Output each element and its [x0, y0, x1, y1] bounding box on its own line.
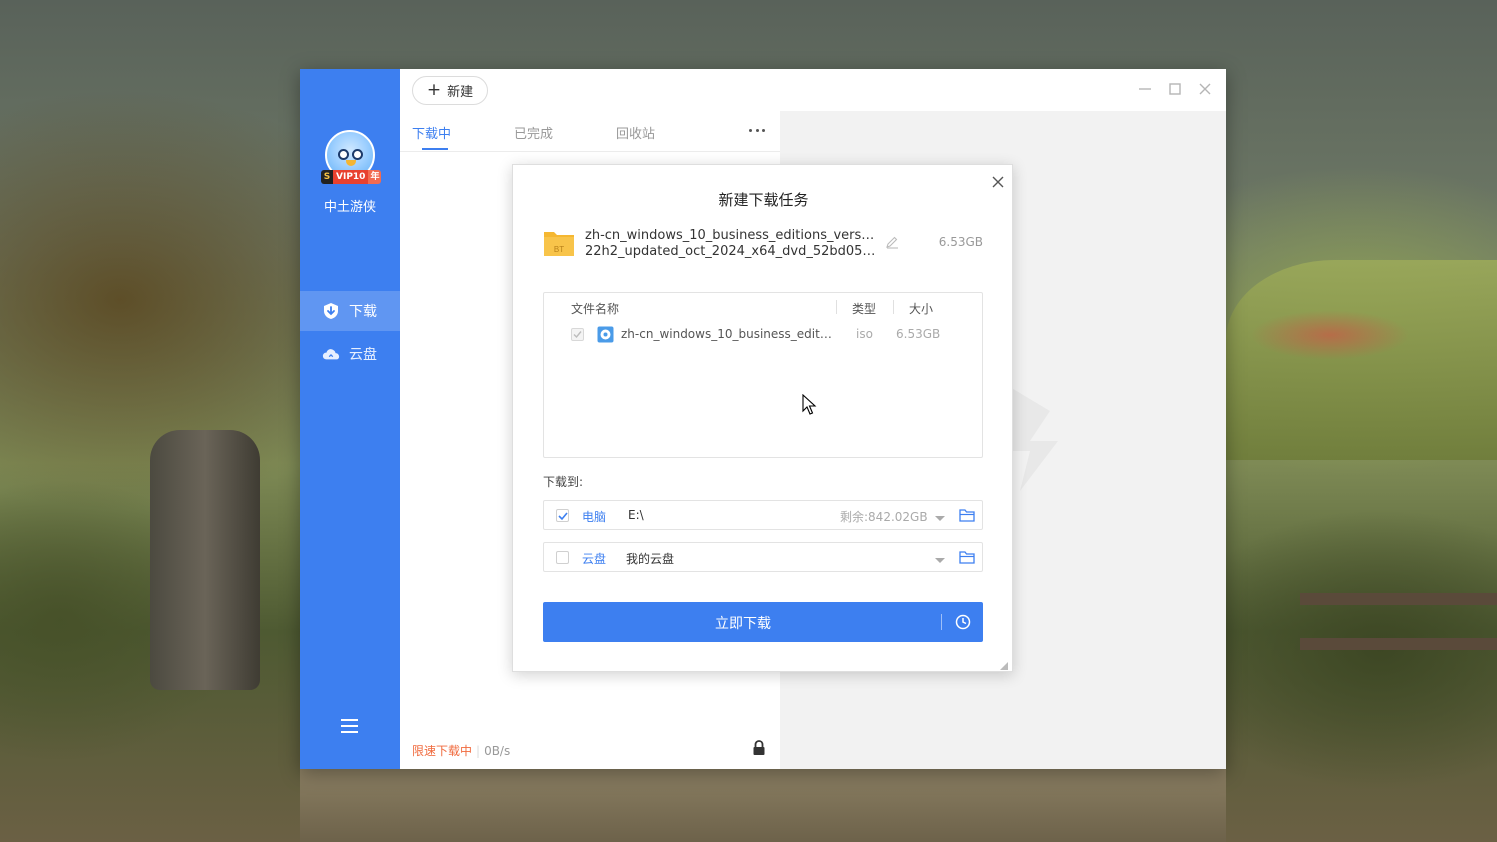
column-divider [836, 300, 837, 314]
download-to-label: 下载到: [543, 475, 584, 489]
more-options-icon[interactable] [749, 123, 765, 137]
tab-completed[interactable]: 已完成 [514, 123, 553, 142]
bt-folder-icon: BT [543, 226, 575, 258]
vip-s-label: S [321, 170, 333, 184]
torrent-name-line2: 22h2_updated_oct_2024_x64_dvd_52bd0537..… [585, 244, 877, 259]
new-task-button[interactable]: + 新建 [412, 76, 488, 105]
background-tree [150, 430, 260, 690]
torrent-total-size: 6.53GB [938, 235, 983, 249]
tabs-divider [400, 151, 780, 152]
sidebar: S VIP10 年 中土游侠 下载 云盘 [300, 69, 400, 769]
username[interactable]: 中土游侠 [300, 196, 400, 215]
file-list-table: 文件名称 类型 大小 zh-cn_windows_10_business_edi… [543, 292, 983, 458]
tab-downloading[interactable]: 下载中 [412, 123, 451, 142]
background-village [1250, 310, 1410, 360]
vip-level-label: VIP10 [333, 170, 369, 184]
maximize-icon[interactable] [1165, 79, 1185, 99]
download-speed: 0B/s [484, 744, 511, 758]
background-road [300, 769, 1226, 842]
file-checkbox[interactable] [571, 328, 584, 341]
column-header-type[interactable]: 类型 [852, 300, 876, 317]
download-now-button[interactable]: 立即下载 [543, 602, 983, 642]
bt-label: BT [554, 245, 564, 254]
close-window-icon[interactable] [1195, 79, 1215, 99]
minimize-icon[interactable] [1135, 79, 1155, 99]
sidebar-item-label: 云盘 [349, 347, 377, 363]
chevron-down-icon[interactable] [934, 512, 946, 521]
column-header-name[interactable]: 文件名称 [571, 300, 619, 317]
sidebar-item-cloud[interactable]: 云盘 [300, 334, 400, 374]
cloud-icon [322, 345, 340, 363]
close-dialog-icon[interactable] [990, 174, 1006, 190]
cloud-destination-label: 云盘 [582, 552, 607, 566]
sidebar-item-download[interactable]: 下载 [300, 291, 400, 331]
browse-folder-icon[interactable] [959, 550, 975, 564]
disc-image-icon [597, 326, 614, 343]
torrent-name-line1: zh-cn_windows_10_business_editions_versi… [585, 228, 877, 243]
vip-year-label: 年 [368, 170, 382, 184]
download-now-label: 立即下载 [715, 616, 771, 632]
destination-cloud-row: 云盘 我的云盘 [543, 542, 983, 572]
dialog-title: 新建下载任务 [718, 191, 809, 209]
rename-pencil-icon[interactable] [885, 235, 899, 249]
resize-grip-icon[interactable] [1000, 659, 1008, 670]
browse-folder-icon[interactable] [959, 508, 975, 522]
file-type: iso [856, 327, 873, 341]
cloud-path-field[interactable]: 我的云盘 [626, 550, 674, 567]
file-size: 6.53GB [896, 327, 941, 341]
free-space-label: 剩余:842.02GB [840, 510, 928, 524]
column-divider [893, 300, 894, 314]
table-header: 文件名称 类型 大小 [544, 293, 984, 321]
table-row[interactable]: zh-cn_windows_10_business_editio... iso … [544, 323, 984, 347]
vip-badge[interactable]: S VIP10 年 [321, 170, 382, 184]
lock-icon[interactable] [752, 740, 766, 756]
file-name: zh-cn_windows_10_business_editio... [621, 327, 833, 341]
hamburger-menu-icon[interactable] [340, 717, 360, 735]
clock-schedule-icon[interactable] [954, 613, 972, 631]
avatar-eye-left [338, 149, 349, 160]
destination-pc-row: 电脑 E:\ 剩余:842.02GB [543, 500, 983, 530]
avatar-eye-right [352, 149, 363, 160]
avatar-beak [346, 160, 356, 166]
tab-recycle-bin[interactable]: 回收站 [616, 123, 655, 142]
new-download-dialog: 新建下载任务 BT zh-cn_windows_10_business_edit… [512, 164, 1013, 672]
plus-icon: + [426, 80, 442, 100]
pc-destination-label: 电脑 [582, 510, 607, 524]
background-hill [1226, 260, 1497, 460]
torrent-name: zh-cn_windows_10_business_editions_versi… [585, 228, 877, 260]
download-shield-icon [322, 302, 340, 320]
new-task-label: 新建 [447, 85, 474, 100]
chevron-down-icon[interactable] [934, 554, 946, 563]
pc-path-field[interactable]: E:\ [628, 508, 644, 522]
mouse-cursor-icon [802, 394, 817, 415]
speed-status: 限速下载中 | 0B/s [412, 744, 511, 758]
cloud-destination-checkbox[interactable] [556, 551, 569, 564]
pc-destination-checkbox[interactable] [556, 509, 569, 522]
column-header-size[interactable]: 大小 [909, 300, 933, 317]
button-divider [941, 614, 942, 630]
speed-limit-status[interactable]: 限速下载中 [412, 744, 472, 758]
active-tab-indicator [422, 148, 448, 150]
sidebar-item-label: 下载 [349, 304, 377, 320]
background-fence [1300, 560, 1497, 710]
